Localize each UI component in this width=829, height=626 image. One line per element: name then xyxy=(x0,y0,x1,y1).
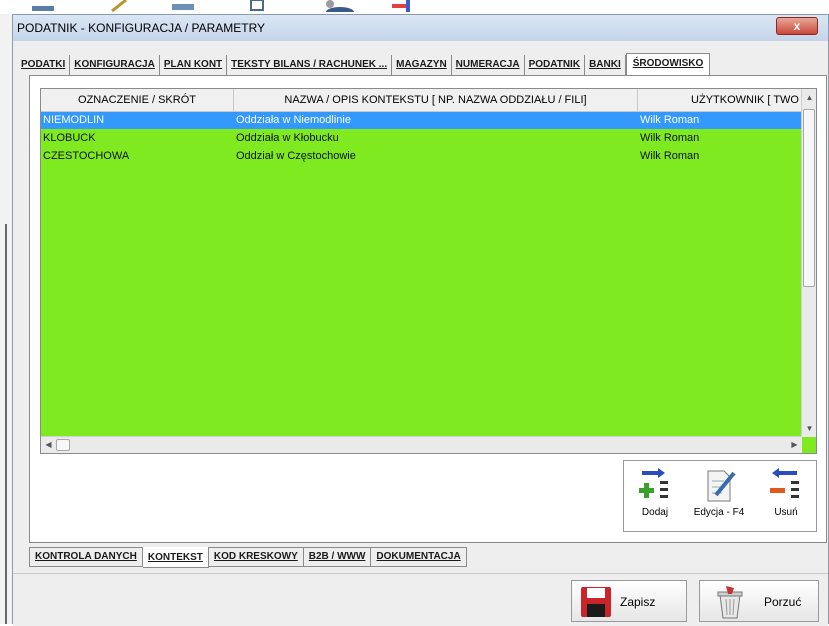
column-header-code[interactable]: OZNACZENIE / SKRÓT xyxy=(41,89,234,111)
tab-konfiguracja[interactable]: KONFIGURACJA xyxy=(70,55,160,75)
tab-kod-kreskowy[interactable]: KOD KRESKOWY xyxy=(208,547,304,567)
context-grid[interactable]: OZNACZENIE / SKRÓT NAZWA / OPIS KONTEKST… xyxy=(40,88,817,454)
vertical-scrollbar[interactable]: ▲ ▼ xyxy=(801,89,816,437)
dialog-footer: Zapisz Porzuć xyxy=(13,573,828,626)
delete-button[interactable]: Usuń xyxy=(760,465,812,529)
tab-kontekst[interactable]: KONTEKST xyxy=(142,547,209,568)
close-button[interactable]: x xyxy=(776,17,818,35)
tab-banki[interactable]: BANKI xyxy=(585,55,626,75)
bottom-tab-bar: KONTROLA DANYCH KONTEKST KOD KRESKOWY B2… xyxy=(29,547,467,569)
background-left-edge xyxy=(0,14,12,624)
tab-numeracja[interactable]: NUMERACJA xyxy=(451,55,525,75)
configuration-dialog: PODATNIK - KONFIGURACJA / PARAMETRY x PO… xyxy=(12,14,829,626)
cell-user: Wilk Roman xyxy=(640,132,700,144)
tab-b2b-www[interactable]: B2B / WWW xyxy=(303,547,372,567)
save-button[interactable]: Zapisz xyxy=(571,580,687,622)
window-title: PODATNIK - KONFIGURACJA / PARAMETRY xyxy=(17,21,266,35)
tab-magazyn[interactable]: MAGAZYN xyxy=(392,55,452,75)
tab-panel: OZNACZENIE / SKRÓT NAZWA / OPIS KONTEKST… xyxy=(29,75,827,543)
cancel-button-label: Porzuć xyxy=(764,595,802,609)
vertical-scroll-thumb[interactable] xyxy=(803,109,815,287)
close-icon: x xyxy=(793,19,801,33)
cell-code: KLOBUCK xyxy=(43,132,96,144)
cell-name: Oddziała w Kłobucku xyxy=(236,132,339,144)
table-row[interactable]: KLOBUCK Oddziała w Kłobucku Wilk Roman xyxy=(41,130,802,147)
arrow-icon xyxy=(392,0,410,12)
grid-actions: Dodaj Edycja - F4 Usuń xyxy=(623,460,817,532)
trash-bin-icon xyxy=(717,586,743,619)
horizontal-scroll-thumb[interactable] xyxy=(56,439,70,451)
delete-button-label: Usuń xyxy=(774,507,798,518)
cell-name: Oddział w Częstochowie xyxy=(236,150,356,162)
table-row[interactable]: CZESTOCHOWA Oddział w Częstochowie Wilk … xyxy=(41,148,802,165)
tab-srodowisko[interactable]: ŚRODOWISKO xyxy=(625,53,711,76)
add-button[interactable]: Dodaj xyxy=(630,465,680,529)
horizontal-scrollbar[interactable]: ◀ ▶ xyxy=(41,436,802,453)
top-tab-bar: PODATKI KONFIGURACJA PLAN KONT TEKSTY BI… xyxy=(17,53,711,76)
edit-button-label: Edycja - F4 xyxy=(693,507,745,518)
table-row[interactable]: NIEMODLIN Oddziała w Niemodlinie Wilk Ro… xyxy=(41,112,802,129)
column-header-user[interactable]: UŻYTKOWNIK [ TWO xyxy=(638,89,802,111)
toolbar-icon xyxy=(32,6,54,11)
tab-kontrola-danych[interactable]: KONTROLA DANYCH xyxy=(29,547,143,567)
column-header-name[interactable]: NAZWA / OPIS KONTEKSTU [ NP. NAZWA ODDZI… xyxy=(234,89,638,111)
tab-teksty-bilans[interactable]: TEKSTY BILANS / RACHUNEK ... xyxy=(227,55,393,75)
scroll-right-icon[interactable]: ▶ xyxy=(787,440,802,449)
grid-header: OZNACZENIE / SKRÓT NAZWA / OPIS KONTEKST… xyxy=(41,89,802,112)
scroll-left-icon[interactable]: ◀ xyxy=(41,440,56,449)
cell-user: Wilk Roman xyxy=(640,150,700,162)
tab-plan-kont[interactable]: PLAN KONT xyxy=(159,55,228,75)
floppy-disk-icon xyxy=(581,587,611,617)
edit-button[interactable]: Edycja - F4 xyxy=(684,465,754,529)
scroll-up-icon[interactable]: ▲ xyxy=(802,93,816,102)
cell-code: CZESTOCHOWA xyxy=(43,150,130,162)
scroll-down-icon[interactable]: ▼ xyxy=(802,424,816,433)
toolbar-icon xyxy=(250,0,264,11)
edit-document-icon xyxy=(707,470,736,502)
add-button-label: Dodaj xyxy=(641,507,669,518)
users-icon xyxy=(326,0,354,12)
tab-dokumentacja[interactable]: DOKUMENTACJA xyxy=(371,547,467,567)
title-bar[interactable]: PODATNIK - KONFIGURACJA / PARAMETRY x xyxy=(13,15,828,41)
tab-podatki[interactable]: PODATKI xyxy=(17,55,71,75)
cancel-button[interactable]: Porzuć xyxy=(699,580,819,622)
tab-podatnik[interactable]: PODATNIK xyxy=(524,55,586,75)
cell-user: Wilk Roman xyxy=(640,114,700,126)
remove-list-icon xyxy=(770,468,799,498)
pencil-icon xyxy=(111,0,127,12)
add-list-icon xyxy=(639,468,668,498)
cell-code: NIEMODLIN xyxy=(43,114,105,126)
cell-name: Oddziała w Niemodlinie xyxy=(236,114,351,126)
save-button-label: Zapisz xyxy=(620,595,656,609)
toolbar-icon xyxy=(172,4,194,10)
background-toolbar xyxy=(0,0,829,14)
